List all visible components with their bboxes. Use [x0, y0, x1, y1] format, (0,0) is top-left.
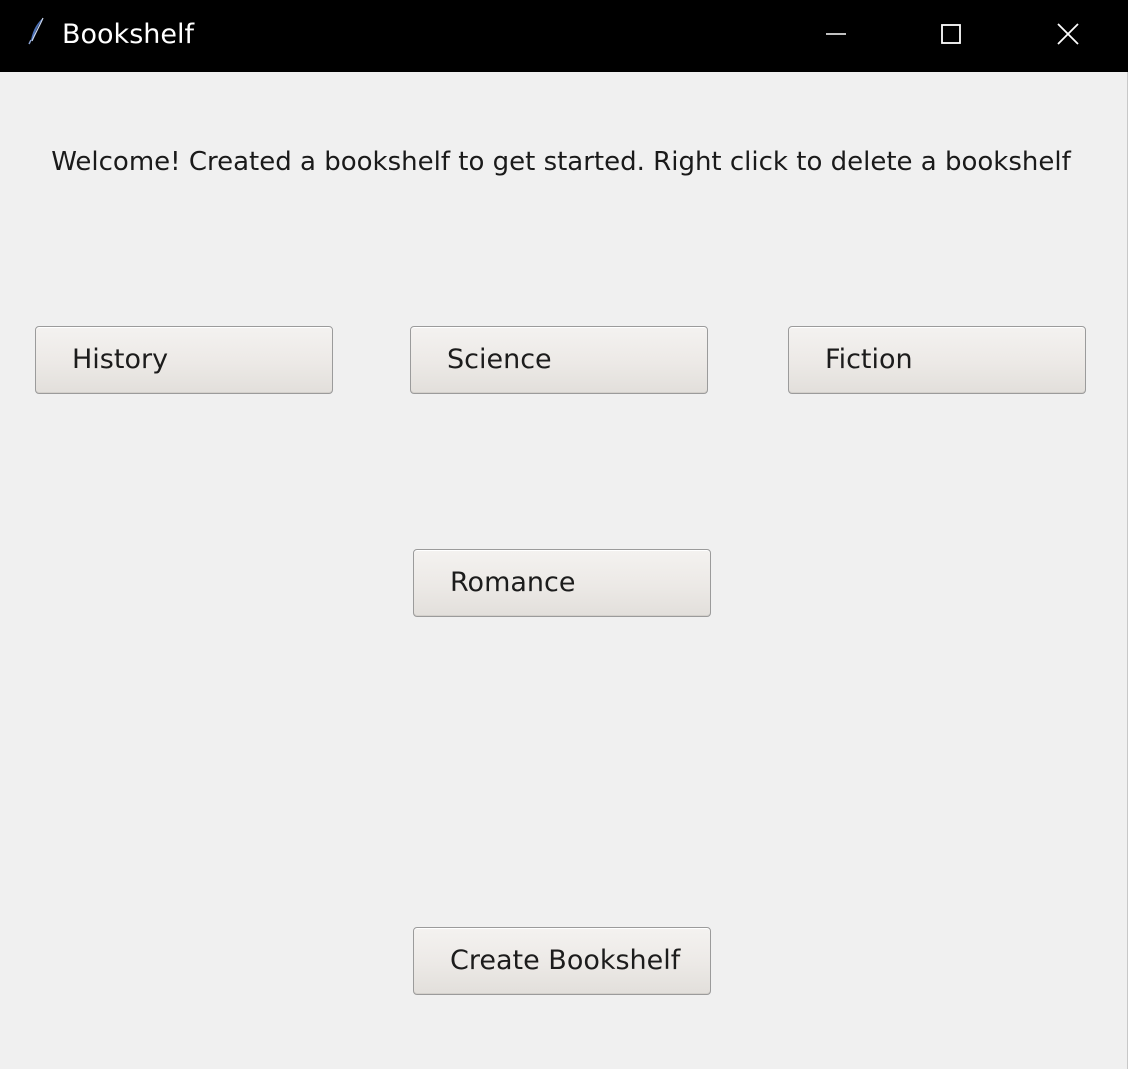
- minimize-button[interactable]: [778, 0, 894, 68]
- close-button[interactable]: [1010, 0, 1126, 68]
- bookshelf-window: Bookshelf Welcome! Created a bookshelf t…: [0, 0, 1128, 1069]
- bookshelf-button-history[interactable]: History: [35, 326, 333, 394]
- maximize-button[interactable]: [893, 0, 1009, 68]
- maximize-icon: [940, 23, 962, 45]
- close-icon: [1057, 23, 1079, 45]
- bookshelf-button-science[interactable]: Science: [410, 326, 708, 394]
- bookshelf-button-fiction[interactable]: Fiction: [788, 326, 1086, 394]
- create-bookshelf-button[interactable]: Create Bookshelf: [413, 927, 711, 995]
- bookshelf-button-romance[interactable]: Romance: [413, 549, 711, 617]
- window-title: Bookshelf: [62, 19, 194, 50]
- welcome-message: Welcome! Created a bookshelf to get star…: [51, 147, 1071, 177]
- title-bar[interactable]: Bookshelf: [0, 0, 1128, 72]
- minimize-icon: [825, 23, 847, 45]
- feather-icon: [26, 16, 48, 46]
